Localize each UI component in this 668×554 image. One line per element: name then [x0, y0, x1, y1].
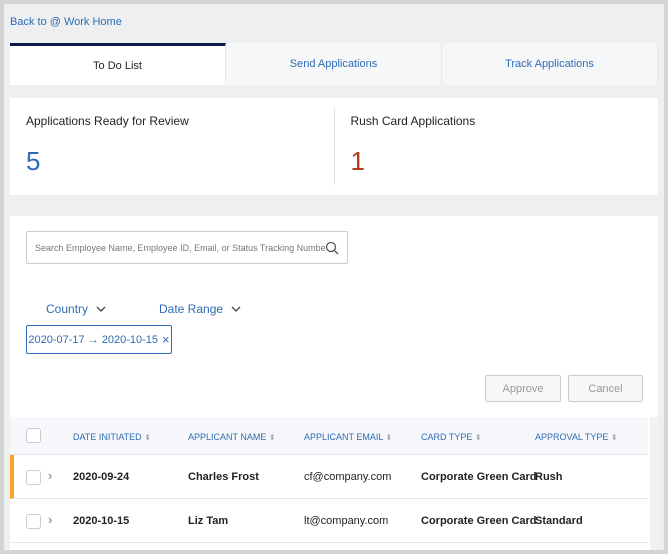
column-applicant-name[interactable]: APPLICANT NAME ⬍ [188, 432, 276, 442]
column-date-initiated[interactable]: DATE INITIATED ⬍ [73, 432, 151, 442]
chevron-right-icon[interactable]: › [48, 512, 52, 527]
cell-name: Charles Frost [188, 471, 259, 483]
applications-panel: Country Date Range 2020-07-17 → 2020-10-… [10, 216, 658, 550]
card-count: 5 [26, 146, 41, 176]
cell-date: 2020-09-24 [73, 471, 130, 483]
card-title: Applications Ready for Review [26, 114, 189, 128]
sort-icon: ⬍ [474, 433, 482, 442]
search-input[interactable] [35, 242, 325, 253]
card-count: 1 [350, 146, 365, 176]
cell-date: 2020-10-15 [73, 515, 130, 527]
sort-icon: ⬍ [385, 433, 393, 442]
cell-approval-type: Rush [535, 471, 563, 483]
summary-cards: Applications Ready for Review 5 Rush Car… [10, 98, 658, 195]
cell-card-type: Corporate Green Card [421, 515, 537, 527]
ready-for-review-card: Applications Ready for Review 5 [10, 98, 334, 195]
cancel-button[interactable]: Cancel [568, 375, 643, 402]
table-header: DATE INITIATED ⬍ APPLICANT NAME ⬍ APPLIC… [10, 417, 648, 455]
back-to-work-home-link[interactable]: Back to @ Work Home [10, 16, 122, 28]
search-box [26, 231, 348, 264]
row-checkbox[interactable] [26, 514, 41, 529]
chevron-right-icon[interactable]: › [48, 468, 52, 483]
country-filter[interactable]: Country [46, 302, 106, 316]
cell-name: Liz Tam [188, 515, 229, 527]
sort-icon: ⬍ [610, 433, 618, 442]
cell-approval-type: Standard [535, 515, 583, 527]
select-all-checkbox[interactable] [26, 428, 41, 443]
app-frame: Back to @ Work Home To Do List Send Appl… [4, 4, 664, 550]
country-filter-label: Country [46, 302, 89, 316]
date-range-filter[interactable]: Date Range [159, 302, 241, 316]
sort-icon: ⬍ [144, 433, 151, 442]
approve-button[interactable]: Approve [485, 375, 561, 402]
chip-label: 2020-07-17 → 2020-10-15 [28, 333, 159, 346]
column-card-type[interactable]: CARD TYPE ⬍ [421, 432, 482, 442]
tab-to-do-list[interactable]: To Do List [10, 43, 226, 85]
chevron-down-icon [96, 306, 106, 312]
date-range-chip: 2020-07-17 → 2020-10-15 × [26, 325, 172, 354]
chevron-down-icon [231, 306, 241, 312]
date-range-filter-label: Date Range [159, 302, 224, 316]
cell-email: cf@company.com [304, 471, 392, 483]
column-approval-type[interactable]: APPROVAL TYPE ⬍ [535, 432, 618, 442]
card-title: Rush Card Applications [350, 114, 476, 128]
tab-bar: To Do List Send Applications Track Appli… [10, 43, 658, 85]
cell-card-type: Corporate Green Card [421, 471, 537, 483]
table-row[interactable]: › 2020-10-15 Liz Tam lt@company.com Corp… [10, 499, 648, 543]
table-row[interactable]: › 2020-09-24 Charles Frost cf@company.co… [10, 455, 648, 499]
cell-email: lt@company.com [304, 515, 389, 527]
tab-track-applications[interactable]: Track Applications [442, 43, 658, 85]
tab-send-applications[interactable]: Send Applications [226, 43, 442, 85]
table-scrollbar[interactable] [650, 417, 658, 550]
row-checkbox[interactable] [26, 470, 41, 485]
sort-icon: ⬍ [268, 433, 276, 442]
column-applicant-email[interactable]: APPLICANT EMAIL ⬍ [304, 432, 392, 442]
rush-card-applications-card: Rush Card Applications 1 [333, 108, 659, 185]
search-icon[interactable] [325, 241, 339, 255]
close-icon[interactable]: × [162, 332, 170, 347]
